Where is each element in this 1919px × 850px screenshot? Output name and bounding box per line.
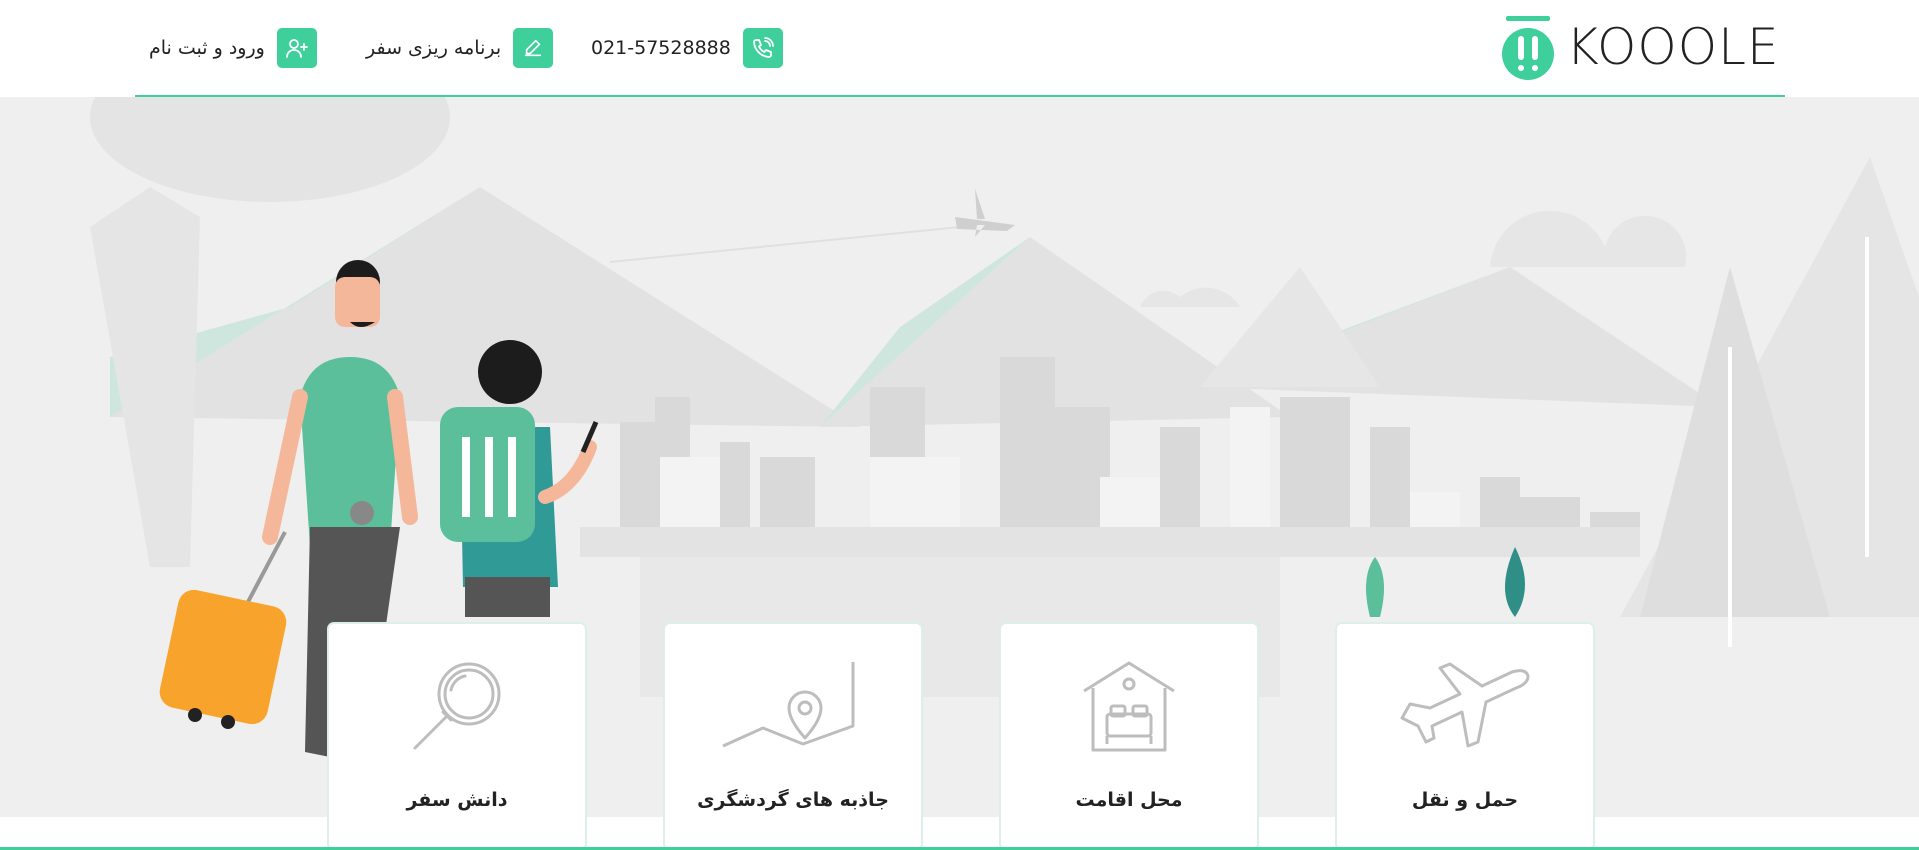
phone-icon [742, 28, 783, 68]
card-label-transport: حمل و نقل [1411, 789, 1519, 811]
map-pin-icon [722, 662, 855, 748]
site-logo[interactable]: KOOOLE [1500, 14, 1780, 80]
trip-planning-label: برنامه ریزی سفر [366, 37, 502, 59]
logo-text: KOOOLE [1566, 18, 1780, 76]
site-header: KOOOLE 021-57528888 برنامه ریزی سفر ورود… [0, 0, 1919, 97]
card-label-attractions: جاذبه های گردشگری [697, 789, 889, 811]
phone-contact[interactable]: 021-57528888 [591, 28, 783, 68]
hotel-icon [1083, 661, 1175, 752]
add-user-icon [276, 28, 317, 68]
login-register-label: ورود و ثبت نام [149, 37, 265, 59]
magnifier-icon [413, 662, 501, 750]
pencil-icon [513, 28, 554, 68]
card-label-accommodation: محل اقامت [1075, 789, 1183, 811]
hero-illustration [0, 97, 1919, 817]
category-card-travel-knowledge[interactable]: دانش سفر [328, 623, 586, 850]
category-card-attractions[interactable]: جاذبه های گردشگری [664, 623, 922, 850]
category-card-transport[interactable]: حمل و نقل [1336, 623, 1594, 850]
card-label-travel-knowledge: دانش سفر [406, 789, 508, 811]
logo-mark-icon [1502, 16, 1554, 80]
category-card-accommodation[interactable]: محل اقامت [1000, 623, 1258, 850]
airplane-icon [1400, 662, 1530, 748]
trip-planning-link[interactable]: برنامه ریزی سفر [366, 28, 554, 68]
phone-number: 021-57528888 [591, 37, 731, 59]
login-register-link[interactable]: ورود و ثبت نام [149, 28, 317, 68]
travel-scene-illustration [90, 97, 1919, 757]
